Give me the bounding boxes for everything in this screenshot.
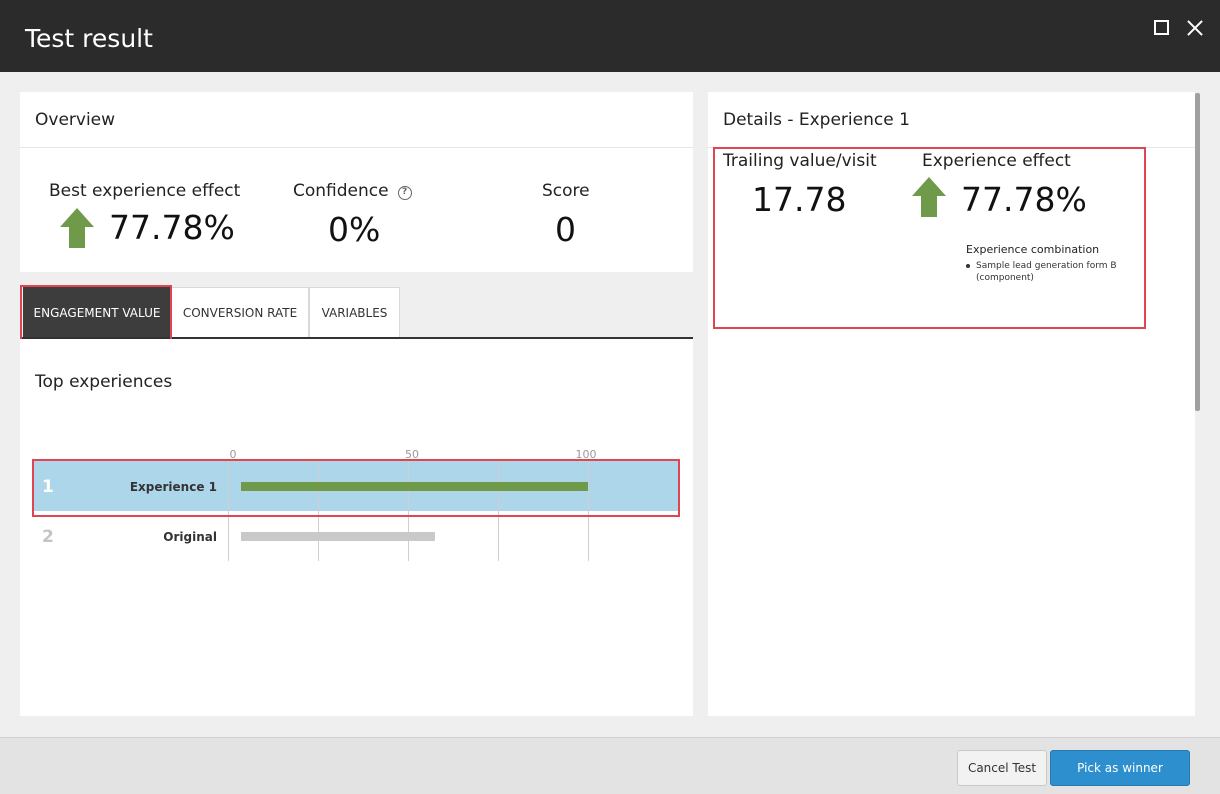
score-label: Score bbox=[542, 181, 590, 201]
experience-combination-list: Sample lead generation form B (component… bbox=[966, 260, 1141, 284]
arrow-up-icon bbox=[912, 177, 946, 217]
help-icon[interactable]: ? bbox=[397, 186, 412, 200]
experience-label: Experience 1 bbox=[129, 480, 217, 494]
score-value: 0 bbox=[555, 210, 576, 249]
tab-engagement-value[interactable]: ENGAGEMENT VALUE bbox=[23, 287, 171, 337]
rank-number: 2 bbox=[42, 527, 54, 547]
maximize-button[interactable] bbox=[1149, 16, 1173, 40]
experience-bar bbox=[241, 532, 436, 541]
top-experiences-title: Top experiences bbox=[35, 372, 173, 392]
tabs-bar: ENGAGEMENT VALUE CONVERSION RATE VARIABL… bbox=[20, 287, 693, 339]
top-experiences-panel: Top experiences 0 50 100 1 Experience 1 … bbox=[20, 339, 693, 716]
title-bar: Test result bbox=[0, 0, 1220, 72]
grid-line bbox=[498, 461, 499, 561]
scrollbar-thumb[interactable] bbox=[1195, 93, 1200, 411]
window-title: Test result bbox=[25, 24, 153, 53]
confidence-label: Confidence? bbox=[293, 181, 412, 201]
details-header: Details - Experience 1 bbox=[708, 92, 1195, 148]
maximize-icon bbox=[1154, 20, 1169, 35]
overview-panel: Overview Best experience effect 77.78% C… bbox=[20, 92, 693, 272]
experience-bar bbox=[241, 482, 588, 491]
tab-conversion-rate[interactable]: CONVERSION RATE bbox=[171, 287, 309, 337]
confidence-value: 0% bbox=[328, 210, 381, 249]
experience-effect-value: 77.78% bbox=[961, 180, 1087, 219]
axis-tick-100: 100 bbox=[575, 448, 597, 461]
experience-label: Original bbox=[163, 530, 217, 544]
cancel-test-button[interactable]: Cancel Test bbox=[957, 750, 1047, 786]
details-title: Details - Experience 1 bbox=[723, 110, 910, 130]
list-item: Sample lead generation form B (component… bbox=[966, 260, 1141, 284]
grid-line bbox=[408, 461, 409, 561]
experience-effect-label: Experience effect bbox=[922, 151, 1071, 171]
trailing-value: 17.78 bbox=[752, 180, 847, 219]
best-effect-label: Best experience effect bbox=[49, 181, 241, 201]
grid-line bbox=[228, 461, 229, 561]
close-button[interactable] bbox=[1183, 16, 1207, 40]
trailing-value-label: Trailing value/visit bbox=[723, 151, 877, 171]
axis-tick-50: 50 bbox=[405, 448, 419, 461]
grid-line bbox=[318, 461, 319, 561]
axis-tick-0: 0 bbox=[229, 448, 237, 461]
tab-variables[interactable]: VARIABLES bbox=[309, 287, 400, 337]
pick-as-winner-button[interactable]: Pick as winner bbox=[1050, 750, 1190, 786]
overview-header: Overview bbox=[20, 92, 693, 148]
experience-combination-title: Experience combination bbox=[966, 243, 1100, 256]
arrow-up-icon bbox=[60, 208, 94, 248]
rank-number: 1 bbox=[42, 477, 54, 497]
overview-title: Overview bbox=[35, 110, 116, 130]
grid-line bbox=[588, 461, 589, 561]
best-effect-value: 77.78% bbox=[109, 208, 235, 247]
